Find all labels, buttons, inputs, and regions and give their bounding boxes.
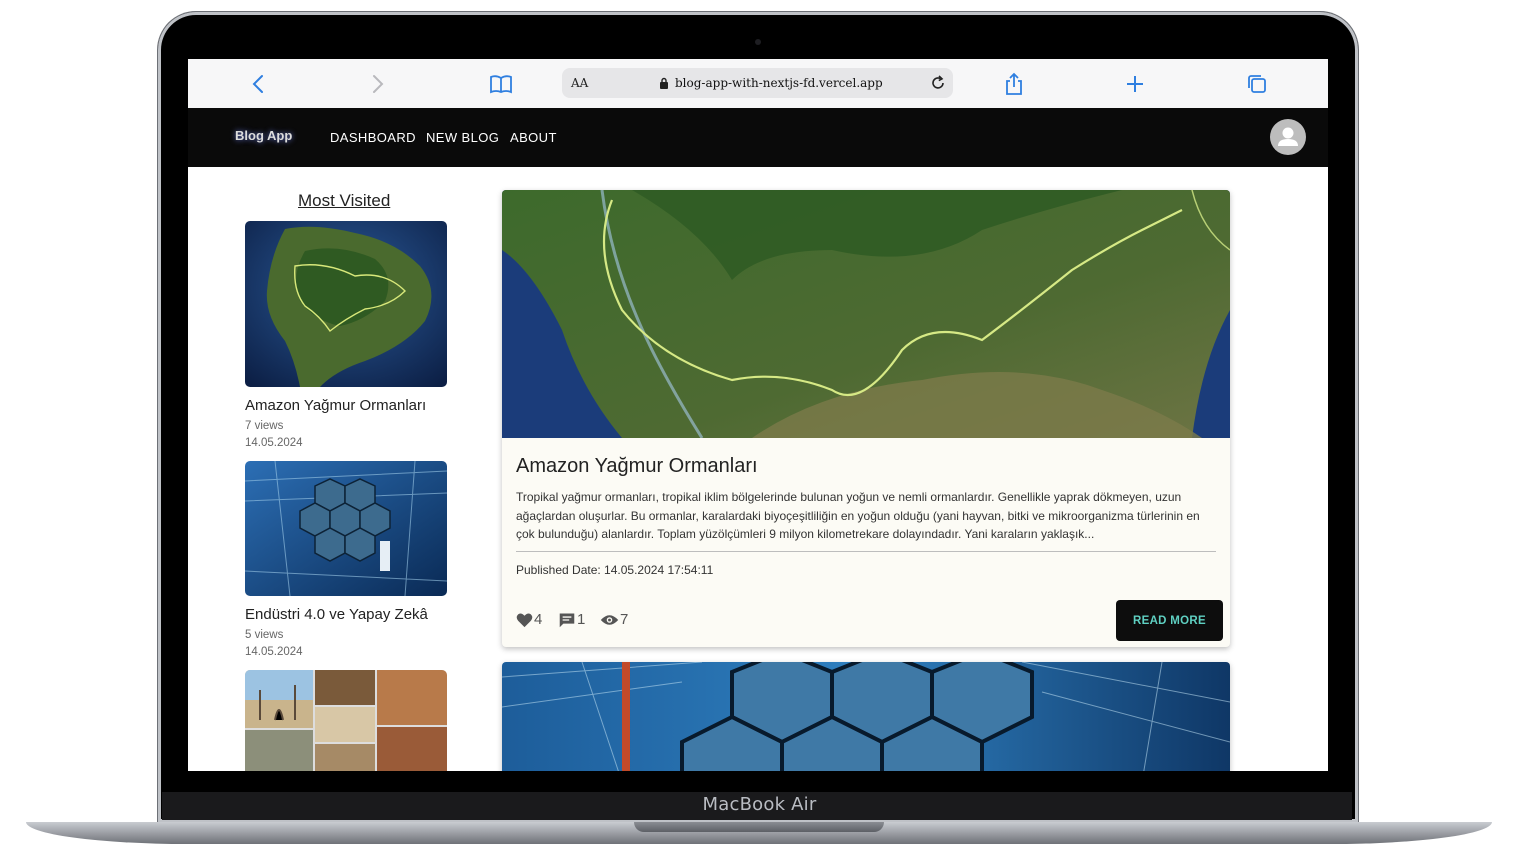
most-visited-date-2: 14.05.2024 bbox=[245, 646, 303, 658]
amazon-thumbnail[interactable] bbox=[245, 221, 447, 387]
post-title[interactable]: Amazon Yağmur Ormanları bbox=[516, 455, 758, 478]
browser-toolbar: AA blog-app-with-nextjs-fd.vercel.app bbox=[188, 59, 1328, 109]
most-visited-item[interactable] bbox=[245, 670, 447, 771]
post-card[interactable] bbox=[502, 662, 1230, 771]
like-count: 4 bbox=[534, 611, 543, 628]
view-stat: 7 bbox=[600, 611, 628, 628]
most-visited-item[interactable]: Endüstri 4.0 ve Yapay Zekâ 5 views 14.05… bbox=[245, 461, 447, 658]
address-bar[interactable]: AA blog-app-with-nextjs-fd.vercel.app bbox=[562, 68, 953, 98]
published-date: Published Date: 14.05.2024 17:54:11 bbox=[516, 563, 714, 577]
chevron-left-icon bbox=[252, 75, 263, 93]
new-tab-button[interactable] bbox=[1122, 71, 1148, 97]
post-image[interactable] bbox=[502, 662, 1230, 771]
app-navbar: Blog App DASHBOARD NEW BLOG ABOUT bbox=[188, 108, 1328, 167]
most-visited-item[interactable]: Amazon Yağmur Ormanları 7 views 14.05.20… bbox=[245, 221, 447, 449]
heart-icon bbox=[516, 613, 533, 627]
tabs-icon bbox=[1248, 75, 1266, 93]
most-visited-views-2: 5 views bbox=[245, 629, 284, 641]
eye-icon bbox=[600, 614, 619, 625]
most-visited-views-1: 7 views bbox=[245, 420, 284, 432]
tabs-button[interactable] bbox=[1244, 71, 1270, 97]
read-more-button[interactable]: READ MORE bbox=[1116, 600, 1223, 641]
app-logo[interactable]: Blog App bbox=[235, 128, 292, 143]
share-button[interactable] bbox=[1001, 71, 1027, 97]
most-visited-date-1: 14.05.2024 bbox=[245, 437, 303, 449]
divider bbox=[516, 551, 1216, 552]
nav-about[interactable]: ABOUT bbox=[510, 130, 557, 145]
camera-icon bbox=[755, 39, 761, 45]
nav-new-blog[interactable]: NEW BLOG bbox=[426, 130, 499, 145]
device-label: MacBook Air bbox=[702, 794, 817, 815]
forward-button[interactable] bbox=[365, 71, 391, 97]
nav-dashboard[interactable]: DASHBOARD bbox=[330, 130, 416, 145]
user-avatar[interactable] bbox=[1270, 119, 1306, 155]
post-excerpt: Tropikal yağmur ormanları, tropikal ikli… bbox=[516, 490, 1200, 541]
screen: AA blog-app-with-nextjs-fd.vercel.app Bl… bbox=[188, 59, 1328, 771]
comment-stat[interactable]: 1 bbox=[558, 611, 585, 628]
post-card: Amazon Yağmur Ormanları Tropikal yağmur … bbox=[502, 190, 1230, 647]
history-collage-thumbnail[interactable] bbox=[245, 670, 447, 771]
share-icon bbox=[1006, 72, 1022, 95]
most-visited-title-1[interactable]: Amazon Yağmur Ormanları bbox=[245, 397, 447, 414]
like-stat[interactable]: 4 bbox=[516, 611, 542, 628]
back-button[interactable] bbox=[245, 71, 271, 97]
chevron-right-icon bbox=[373, 75, 384, 93]
comment-count: 1 bbox=[577, 611, 586, 628]
view-count: 7 bbox=[620, 611, 629, 628]
reader-button[interactable]: AA bbox=[571, 76, 588, 90]
plus-icon bbox=[1127, 76, 1143, 92]
telescope-thumbnail[interactable] bbox=[245, 461, 447, 596]
book-icon bbox=[490, 75, 512, 94]
post-image[interactable] bbox=[502, 190, 1230, 439]
url-text: blog-app-with-nextjs-fd.vercel.app bbox=[675, 76, 883, 90]
comment-icon bbox=[559, 612, 575, 627]
laptop-notch bbox=[634, 822, 884, 832]
lock-icon bbox=[660, 77, 668, 89]
bookmarks-button[interactable] bbox=[488, 71, 514, 97]
most-visited-title-2[interactable]: Endüstri 4.0 ve Yapay Zekâ bbox=[245, 606, 447, 623]
person-icon bbox=[1278, 127, 1298, 146]
reload-icon[interactable] bbox=[929, 74, 947, 92]
most-visited-title: Most Visited bbox=[298, 191, 391, 210]
